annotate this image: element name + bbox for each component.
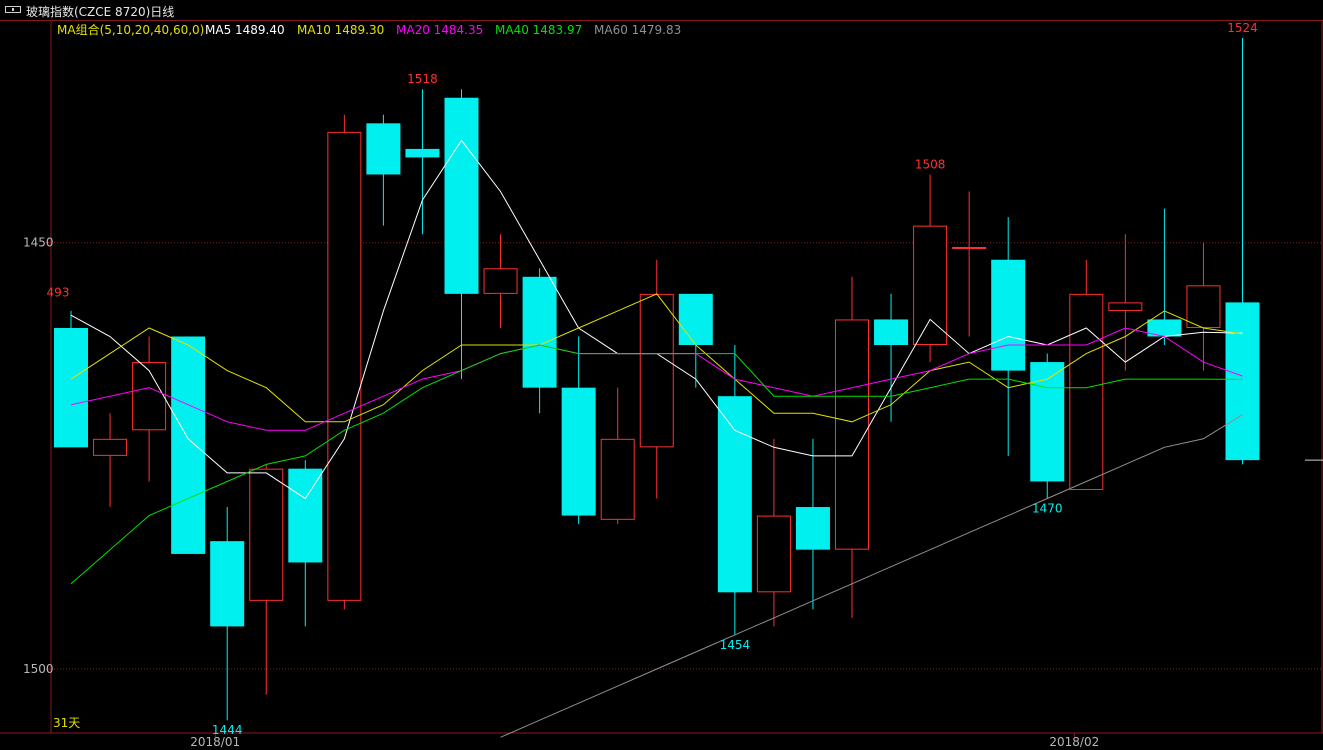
candle-body: [991, 259, 1026, 371]
candle-body: [522, 276, 557, 388]
candle-body: [756, 515, 791, 593]
candle-body: [1186, 285, 1221, 328]
candle-body: [1225, 302, 1260, 461]
candle-body: [600, 438, 635, 520]
candle-body: [561, 387, 596, 516]
candle-body: [171, 336, 206, 554]
candle-body: [678, 293, 713, 346]
y-tick-label: 1450: [23, 236, 54, 250]
candle-body: [249, 468, 284, 601]
candle-body: [405, 148, 440, 158]
x-tick-label: 2018/02: [1049, 735, 1099, 749]
candle-body: [366, 123, 401, 175]
extreme-label: 1470: [1032, 502, 1063, 516]
candle-body: [327, 131, 362, 601]
period-label: 31天: [53, 716, 80, 730]
candle-body: [913, 225, 948, 346]
extreme-label: 1508: [915, 157, 946, 171]
candle-body: [54, 327, 88, 448]
extreme-label: 1524: [1227, 21, 1258, 35]
extreme-label: 1454: [720, 638, 751, 652]
candle-body: [1069, 293, 1104, 490]
ma-legend-ma20: MA20 1484.35: [396, 23, 483, 37]
ma-legend-ma10: MA10 1489.30: [297, 23, 384, 37]
extreme-label: 493: [47, 285, 70, 299]
candle-body: [1108, 302, 1143, 311]
candle-body: [717, 396, 752, 593]
candle-body: [795, 507, 830, 550]
extreme-label: 1444: [212, 723, 243, 737]
candle-body: [483, 268, 518, 294]
ma-legend-group: MA组合(5,10,20,40,60,0): [57, 22, 204, 37]
candle-body: [639, 293, 674, 448]
candle-body: [210, 541, 245, 627]
candle-body: [93, 438, 128, 456]
candlestick-chart[interactable]: 150014502018/01 2018/0231天493144415181454…: [0, 0, 1323, 750]
ma-legend-ma60: MA60 1479.83: [594, 23, 681, 37]
candle-body: [952, 246, 987, 249]
ma-legend-ma5: MA5 1489.40: [205, 23, 285, 37]
candle-body: [1030, 362, 1065, 482]
candle-body: [288, 468, 323, 563]
candle-body: [874, 319, 909, 346]
candle-body: [444, 97, 479, 294]
y-tick-label: 1500: [23, 662, 54, 676]
candle-body: [132, 362, 167, 431]
extreme-label: 1518: [407, 72, 438, 86]
ma-legend-ma40: MA40 1483.97: [495, 23, 582, 37]
candle-body: [835, 319, 869, 550]
